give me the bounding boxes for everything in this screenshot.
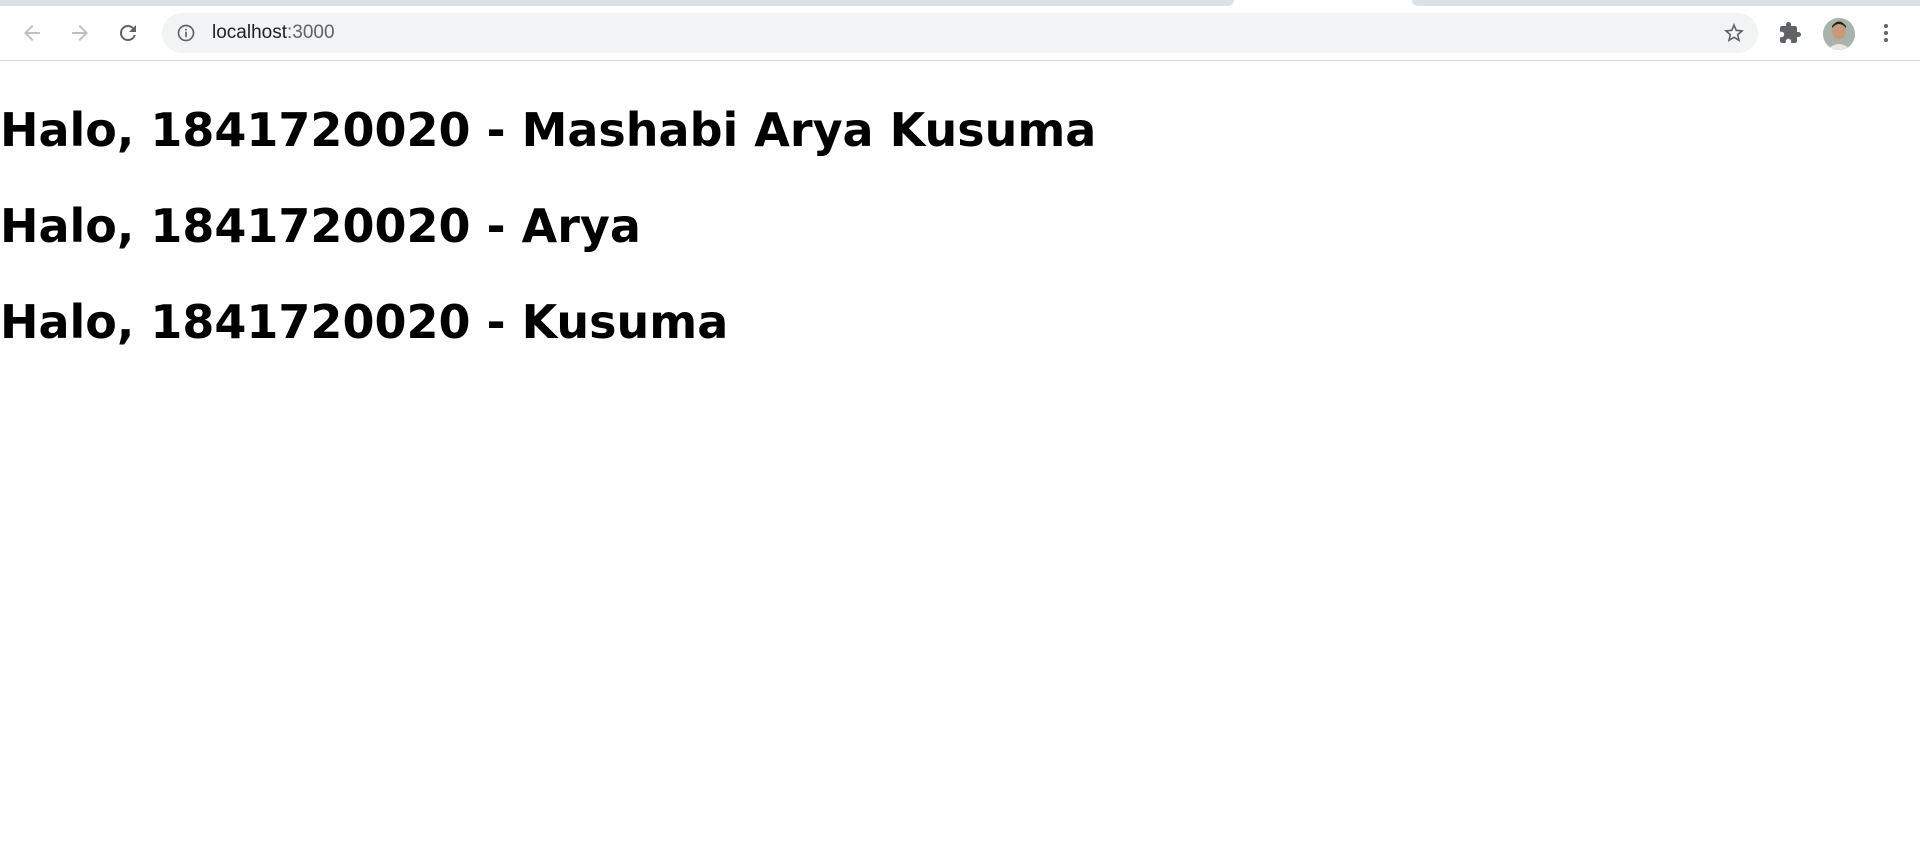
url-port: :3000 <box>287 22 335 43</box>
url-host: localhost <box>212 22 287 43</box>
greeting-heading-last-name: Halo, 1841720020 - Kusuma <box>0 295 729 349</box>
forward-button[interactable] <box>62 15 98 51</box>
arrow-right-icon <box>72 25 88 41</box>
browser-menu-button[interactable] <box>1868 15 1904 51</box>
star-icon[interactable] <box>1722 21 1746 45</box>
kebab-menu-icon <box>1884 24 1888 42</box>
greeting-heading-first-name: Halo, 1841720020 - Arya <box>0 199 641 253</box>
address-bar[interactable]: localhost:3000 <box>162 13 1758 53</box>
avatar-photo <box>1823 18 1855 50</box>
greeting-heading-full-name: Halo, 1841720020 - Mashabi Arya Kusuma <box>0 103 1097 157</box>
puzzle-icon <box>1780 22 1801 43</box>
extensions-button[interactable] <box>1772 15 1808 51</box>
page-content: Halo, 1841720020 - Mashabi Arya Kusuma H… <box>0 61 1920 853</box>
arrow-left-icon <box>24 25 40 41</box>
info-icon[interactable] <box>176 23 196 43</box>
reload-icon <box>119 24 136 41</box>
reload-button[interactable] <box>110 15 146 51</box>
browser-toolbar: localhost:3000 <box>0 6 1920 61</box>
back-button[interactable] <box>14 15 50 51</box>
url-text[interactable]: localhost:3000 <box>212 23 335 43</box>
profile-avatar[interactable] <box>1823 18 1855 50</box>
